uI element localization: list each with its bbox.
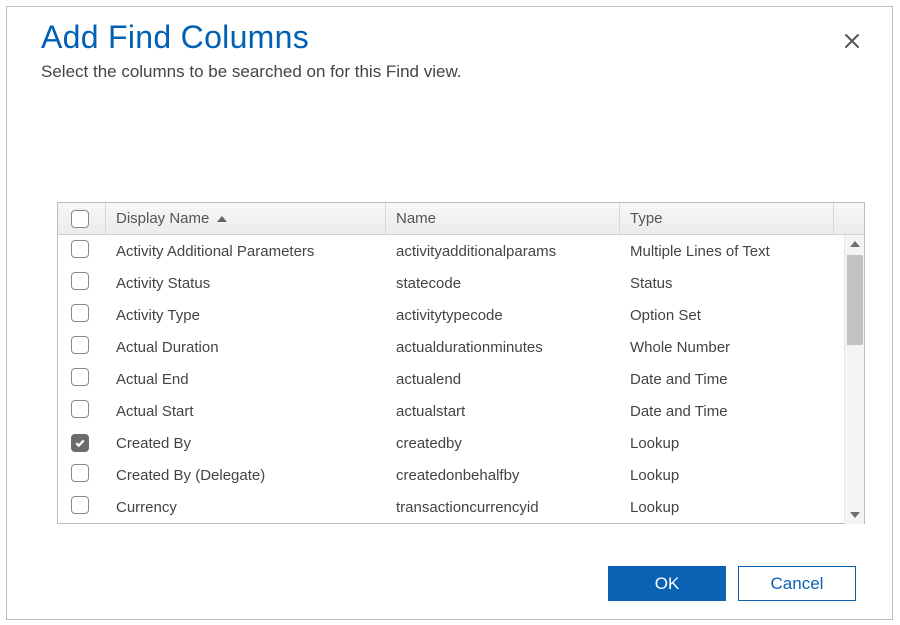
sort-asc-icon [217, 214, 227, 224]
columns-grid: Display Name Name Type Activity Addition… [57, 202, 865, 524]
row-checkbox[interactable] [71, 336, 89, 354]
table-row[interactable]: CurrencytransactioncurrencyidLookup [58, 491, 844, 523]
row-checkbox-cell [58, 434, 106, 453]
grid-rows: Activity Additional Parametersactivityad… [58, 235, 844, 524]
row-checkbox[interactable] [71, 464, 89, 482]
row-display-name: Currency [106, 499, 386, 516]
table-row[interactable]: Created BycreatedbyLookup [58, 427, 844, 459]
close-icon [843, 32, 861, 50]
row-name: activityadditionalparams [386, 243, 620, 260]
row-checkbox-cell [58, 496, 106, 518]
row-display-name: Created By (Delegate) [106, 467, 386, 484]
dialog-header: Add Find Columns Select the columns to b… [7, 7, 892, 82]
row-name: createdby [386, 435, 620, 452]
select-all-checkbox[interactable] [71, 210, 89, 228]
row-checkbox[interactable] [71, 240, 89, 258]
grid-body: Activity Additional Parametersactivityad… [58, 235, 864, 524]
row-checkbox[interactable] [71, 272, 89, 290]
table-row[interactable]: Actual DurationactualdurationminutesWhol… [58, 331, 844, 363]
table-row[interactable]: Actual EndactualendDate and Time [58, 363, 844, 395]
table-row[interactable]: Created By (Delegate)createdonbehalfbyLo… [58, 459, 844, 491]
row-checkbox[interactable] [71, 304, 89, 322]
row-type: Lookup [620, 499, 834, 516]
table-row[interactable]: Activity StatusstatecodeStatus [58, 267, 844, 299]
row-name: actualdurationminutes [386, 339, 620, 356]
row-checkbox-cell [58, 464, 106, 486]
header-name[interactable]: Name [386, 203, 620, 234]
row-name: actualstart [386, 403, 620, 420]
row-name: statecode [386, 275, 620, 292]
dialog-subtitle: Select the columns to be searched on for… [41, 62, 858, 82]
row-checkbox-cell [58, 304, 106, 326]
table-row[interactable]: Activity Additional Parametersactivityad… [58, 235, 844, 267]
add-find-columns-dialog: Add Find Columns Select the columns to b… [6, 6, 893, 620]
row-display-name: Actual End [106, 371, 386, 388]
vertical-scrollbar [844, 235, 864, 524]
row-type: Lookup [620, 435, 834, 452]
cancel-button[interactable]: Cancel [738, 566, 856, 601]
header-display-name-label: Display Name [116, 210, 209, 227]
row-name: createdonbehalfby [386, 467, 620, 484]
dialog-footer: OK Cancel [608, 566, 856, 601]
scroll-down-button[interactable] [845, 506, 864, 524]
row-checkbox[interactable] [71, 400, 89, 418]
row-checkbox-cell [58, 240, 106, 262]
row-display-name: Activity Status [106, 275, 386, 292]
header-type-label: Type [630, 210, 663, 227]
row-display-name: Activity Type [106, 307, 386, 324]
row-checkbox-cell [58, 272, 106, 294]
row-type: Whole Number [620, 339, 834, 356]
header-spacer [834, 203, 864, 234]
row-type: Multiple Lines of Text [620, 243, 834, 260]
row-type: Option Set [620, 307, 834, 324]
row-type: Date and Time [620, 371, 834, 388]
row-display-name: Actual Duration [106, 339, 386, 356]
table-row[interactable]: Activity TypeactivitytypecodeOption Set [58, 299, 844, 331]
ok-button[interactable]: OK [608, 566, 726, 601]
row-type: Lookup [620, 467, 834, 484]
row-type: Status [620, 275, 834, 292]
row-name: activitytypecode [386, 307, 620, 324]
scrollbar-thumb[interactable] [847, 255, 863, 345]
scroll-up-button[interactable] [845, 235, 864, 253]
row-checkbox-cell [58, 400, 106, 422]
grid-header-row: Display Name Name Type [58, 203, 864, 235]
row-display-name: Created By [106, 435, 386, 452]
row-type: Date and Time [620, 403, 834, 420]
row-name: transactioncurrencyid [386, 499, 620, 516]
dialog-title: Add Find Columns [41, 19, 858, 56]
row-checkbox-cell [58, 368, 106, 390]
header-name-label: Name [396, 210, 436, 227]
close-button[interactable] [840, 29, 864, 53]
caret-up-icon [850, 239, 860, 249]
table-row[interactable]: Actual StartactualstartDate and Time [58, 395, 844, 427]
row-name: actualend [386, 371, 620, 388]
row-checkbox[interactable] [71, 368, 89, 386]
caret-down-icon [850, 510, 860, 520]
row-checkbox[interactable] [71, 434, 89, 452]
header-select-all[interactable] [58, 203, 106, 234]
row-checkbox[interactable] [71, 496, 89, 514]
row-display-name: Actual Start [106, 403, 386, 420]
header-display-name[interactable]: Display Name [106, 203, 386, 234]
row-checkbox-cell [58, 336, 106, 358]
row-display-name: Activity Additional Parameters [106, 243, 386, 260]
header-type[interactable]: Type [620, 203, 834, 234]
